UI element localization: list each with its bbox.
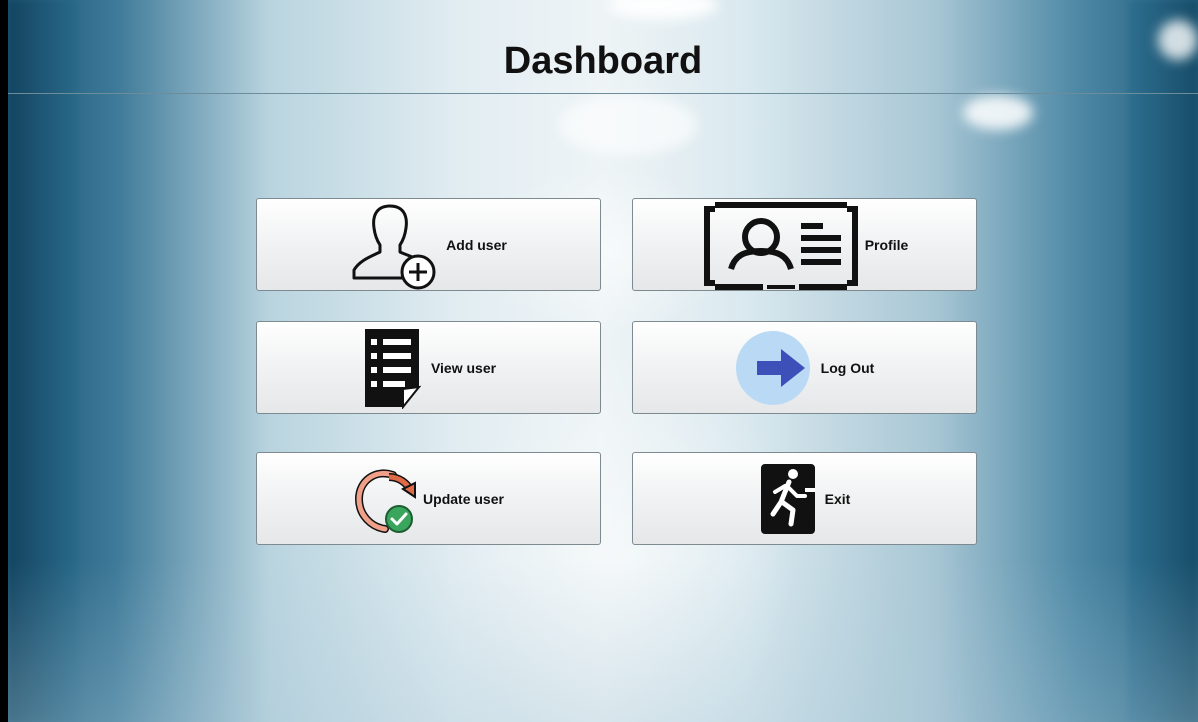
background [8, 0, 1198, 722]
document-list-icon [364, 328, 422, 409]
add-user-button[interactable]: Add user [256, 198, 601, 291]
exit-label: Exit [824, 490, 851, 507]
view-user-label: View user [430, 359, 497, 376]
page-title: Dashboard [503, 40, 703, 82]
background-floor [8, 560, 1198, 722]
background-light [558, 95, 698, 155]
log-out-label: Log Out [820, 359, 875, 376]
exit-button[interactable]: Exit [632, 452, 977, 545]
add-user-icon [352, 204, 436, 289]
profile-card-icon [703, 201, 858, 290]
update-user-label: Update user [423, 490, 504, 507]
add-user-label: Add user [446, 236, 507, 253]
update-user-button[interactable]: Update user [256, 452, 601, 545]
refresh-check-icon [355, 469, 417, 533]
view-user-button[interactable]: View user [256, 321, 601, 414]
profile-button[interactable]: Profile [632, 198, 977, 291]
title-divider [8, 93, 1198, 94]
running-exit-icon [760, 463, 815, 534]
log-out-button[interactable]: Log Out [632, 321, 977, 414]
arrow-right-icon [735, 330, 810, 405]
background-light [608, 0, 718, 20]
background-light [963, 95, 1033, 130]
profile-label: Profile [864, 236, 909, 253]
